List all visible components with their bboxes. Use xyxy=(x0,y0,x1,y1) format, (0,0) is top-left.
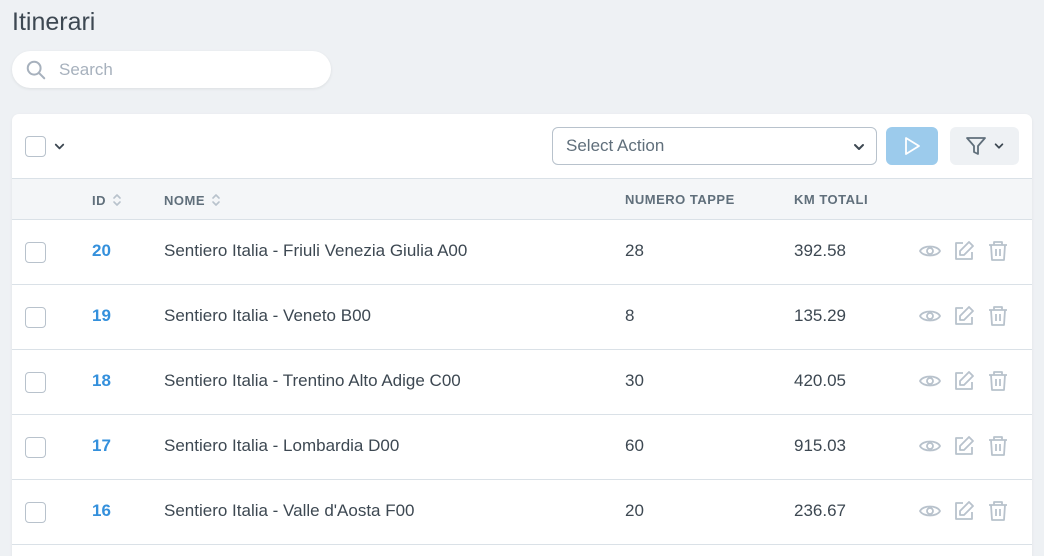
column-label: ID xyxy=(92,192,106,208)
table-row: 18 Sentiero Italia - Trentino Alto Adige… xyxy=(12,350,1032,415)
edit-icon[interactable] xyxy=(952,369,976,393)
column-label: KM TOTALI xyxy=(794,192,869,207)
page-title: Itinerari xyxy=(12,8,96,36)
column-header-km: KM TOTALI xyxy=(794,192,868,207)
row-km: 420.05 xyxy=(794,371,846,390)
row-checkbox[interactable] xyxy=(25,437,46,458)
row-nome: Sentiero Italia - Friuli Venezia Giulia … xyxy=(164,241,468,260)
row-checkbox[interactable] xyxy=(25,307,46,328)
row-id-link[interactable]: 19 xyxy=(92,306,111,326)
edit-icon[interactable] xyxy=(952,434,976,458)
edit-icon[interactable] xyxy=(952,304,976,328)
chevron-down-icon[interactable] xyxy=(53,140,66,153)
row-nome: Sentiero Italia - Lombardia D00 xyxy=(164,436,400,455)
play-icon xyxy=(905,137,920,155)
resource-table-card: Select Action ID NOME NUMERO TAPPE KM TO… xyxy=(12,114,1032,556)
row-actions xyxy=(918,369,1010,393)
eye-icon[interactable] xyxy=(918,434,942,458)
table-row: 17 Sentiero Italia - Lombardia D00 60 91… xyxy=(12,415,1032,480)
row-km: 915.03 xyxy=(794,436,846,455)
sort-icon xyxy=(212,194,220,206)
search-input[interactable] xyxy=(59,51,319,88)
edit-icon[interactable] xyxy=(952,239,976,263)
table-row: 16 Sentiero Italia - Valle d'Aosta F00 2… xyxy=(12,480,1032,545)
table-header: ID NOME NUMERO TAPPE KM TOTALI xyxy=(12,178,1032,220)
eye-icon[interactable] xyxy=(918,239,942,263)
eye-icon[interactable] xyxy=(918,369,942,393)
edit-icon[interactable] xyxy=(952,499,976,523)
row-id-link[interactable]: 20 xyxy=(92,241,111,261)
eye-icon[interactable] xyxy=(918,499,942,523)
table-toolbar: Select Action xyxy=(12,114,1032,178)
row-actions xyxy=(918,434,1010,458)
trash-icon[interactable] xyxy=(986,304,1010,328)
filter-icon xyxy=(965,137,986,155)
row-checkbox[interactable] xyxy=(25,502,46,523)
row-actions xyxy=(918,304,1010,328)
run-action-button[interactable] xyxy=(886,127,938,165)
search-icon xyxy=(26,60,46,80)
row-nome: Sentiero Italia - Valle d'Aosta F00 xyxy=(164,501,415,520)
row-actions xyxy=(918,499,1010,523)
select-action-dropdown[interactable]: Select Action xyxy=(552,127,877,165)
table-row: 20 Sentiero Italia - Friuli Venezia Giul… xyxy=(12,220,1032,285)
column-label: NUMERO TAPPE xyxy=(625,192,735,207)
trash-icon[interactable] xyxy=(986,499,1010,523)
column-header-id[interactable]: ID xyxy=(92,192,122,208)
table-body: 20 Sentiero Italia - Friuli Venezia Giul… xyxy=(12,220,1032,545)
table-row: 19 Sentiero Italia - Veneto B00 8 135.29 xyxy=(12,285,1032,350)
select-all-checkbox[interactable] xyxy=(25,136,46,157)
row-actions xyxy=(918,239,1010,263)
column-label: NOME xyxy=(164,192,205,208)
row-km: 135.29 xyxy=(794,306,846,325)
trash-icon[interactable] xyxy=(986,239,1010,263)
row-tappe: 8 xyxy=(625,306,635,325)
row-checkbox[interactable] xyxy=(25,372,46,393)
chevron-down-icon xyxy=(854,144,864,150)
row-id-link[interactable]: 16 xyxy=(92,501,111,521)
row-id-link[interactable]: 17 xyxy=(92,436,111,456)
column-header-tappe: NUMERO TAPPE xyxy=(625,192,735,207)
select-action-label: Select Action xyxy=(566,136,665,155)
row-nome: Sentiero Italia - Trentino Alto Adige C0… xyxy=(164,371,461,390)
row-km: 236.67 xyxy=(794,501,846,520)
row-tappe: 28 xyxy=(625,241,644,260)
eye-icon[interactable] xyxy=(918,304,942,328)
column-header-nome[interactable]: NOME xyxy=(164,192,221,208)
row-checkbox[interactable] xyxy=(25,242,46,263)
filter-button[interactable] xyxy=(950,127,1019,165)
search-box[interactable] xyxy=(12,51,331,88)
row-nome: Sentiero Italia - Veneto B00 xyxy=(164,306,371,325)
row-km: 392.58 xyxy=(794,241,846,260)
row-id-link[interactable]: 18 xyxy=(92,371,111,391)
chevron-down-icon xyxy=(994,143,1003,149)
row-tappe: 20 xyxy=(625,501,644,520)
trash-icon[interactable] xyxy=(986,434,1010,458)
row-tappe: 30 xyxy=(625,371,644,390)
sort-icon xyxy=(113,194,121,206)
row-tappe: 60 xyxy=(625,436,644,455)
trash-icon[interactable] xyxy=(986,369,1010,393)
